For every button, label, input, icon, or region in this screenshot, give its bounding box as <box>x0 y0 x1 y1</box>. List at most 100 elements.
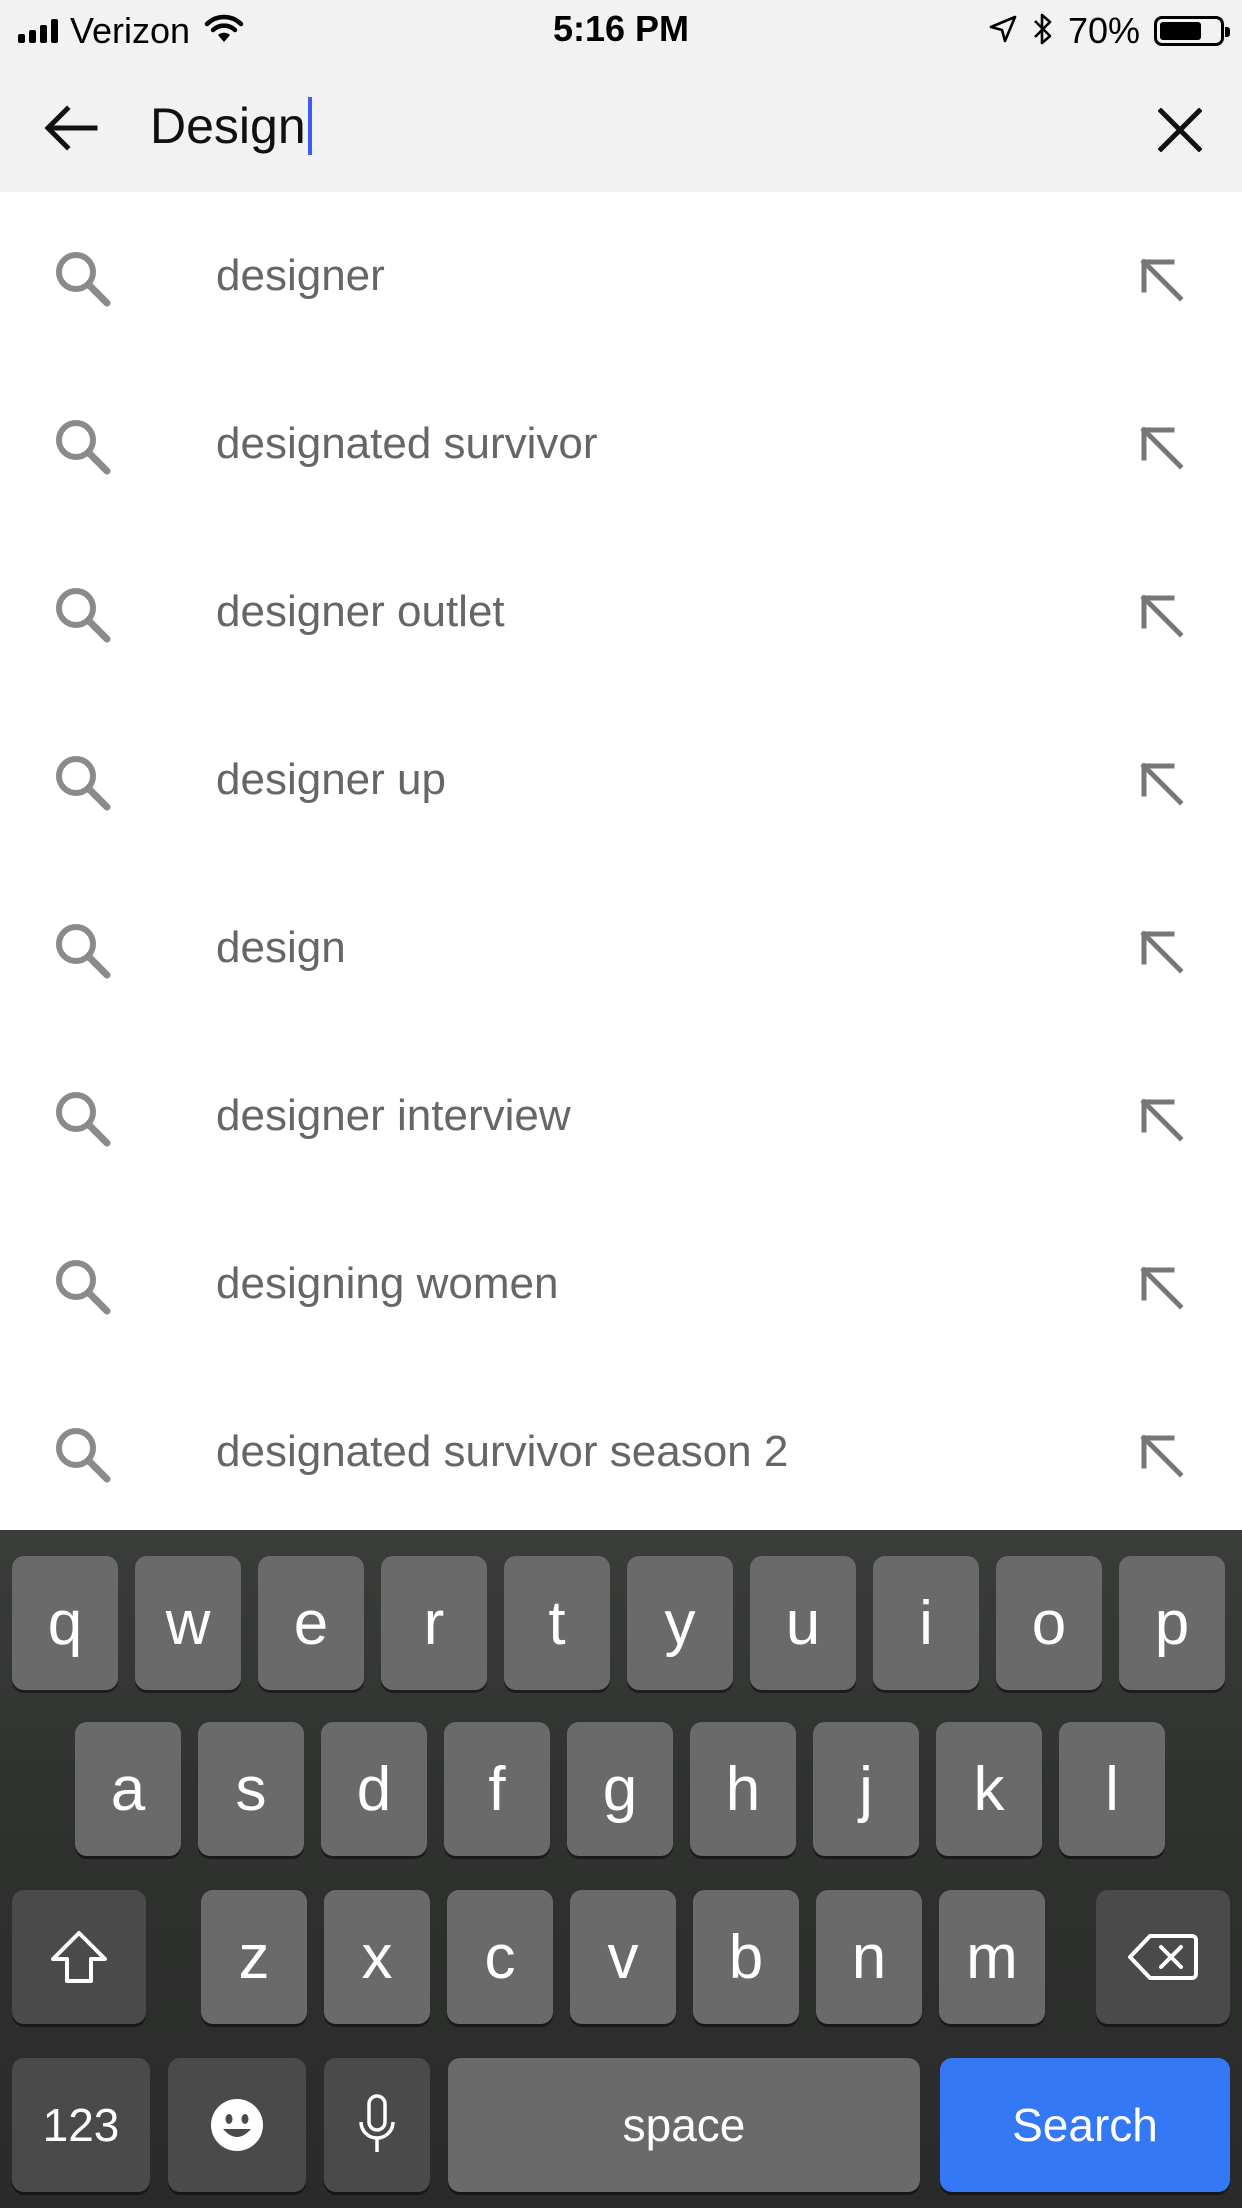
battery-level <box>1160 22 1201 40</box>
dictation-key[interactable] <box>324 2058 430 2192</box>
key-m[interactable]: m <box>939 1890 1045 2024</box>
key-d[interactable]: d <box>321 1722 427 1856</box>
key-v[interactable]: v <box>570 1890 676 2024</box>
search-icon <box>56 1428 111 1483</box>
suggestion-item[interactable]: designated survivor <box>0 360 1242 528</box>
suggestion-item[interactable]: designated survivor season 2 <box>0 1368 1242 1536</box>
arrow-up-left-icon <box>1140 1266 1184 1310</box>
key-w[interactable]: w <box>135 1556 241 1690</box>
suggestion-item[interactable]: designer interview <box>0 1032 1242 1200</box>
suggestion-text: designated survivor <box>216 419 598 468</box>
arrow-up-left-icon <box>1140 762 1184 806</box>
key-j[interactable]: j <box>813 1722 919 1856</box>
search-header: Design <box>0 62 1242 192</box>
suggestion-search-icon <box>52 920 112 980</box>
arrow-up-left-icon <box>1140 1098 1184 1142</box>
numbers-key[interactable]: 123 <box>12 2058 150 2192</box>
suggestion-search-icon <box>52 1424 112 1484</box>
text-caret <box>307 97 312 155</box>
fill-query-button[interactable] <box>1132 754 1192 814</box>
key-k[interactable]: k <box>936 1722 1042 1856</box>
key-l[interactable]: l <box>1059 1722 1165 1856</box>
arrow-up-left-icon <box>1140 258 1184 302</box>
emoji-icon <box>211 2099 263 2151</box>
search-icon <box>56 252 111 307</box>
key-u[interactable]: u <box>750 1556 856 1690</box>
suggestion-search-icon <box>52 1088 112 1148</box>
key-t[interactable]: t <box>504 1556 610 1690</box>
fill-query-button[interactable] <box>1132 922 1192 982</box>
key-h[interactable]: h <box>690 1722 796 1856</box>
status-right: 70% <box>988 10 1230 52</box>
suggestion-search-icon <box>52 1256 112 1316</box>
search-icon <box>56 924 111 979</box>
key-y[interactable]: y <box>627 1556 733 1690</box>
suggestion-text: designer interview <box>216 1091 571 1140</box>
arrow-up-left-icon <box>1140 426 1184 470</box>
fill-query-button[interactable] <box>1132 586 1192 646</box>
suggestion-search-icon <box>52 584 112 644</box>
battery-percent: 70% <box>1067 10 1140 51</box>
key-g[interactable]: g <box>567 1722 673 1856</box>
key-f[interactable]: f <box>444 1722 550 1856</box>
search-icon <box>56 588 111 643</box>
suggestion-text: designer <box>216 251 385 300</box>
fill-query-button[interactable] <box>1132 1090 1192 1150</box>
search-icon <box>56 756 111 811</box>
status-bar: Verizon 5:16 PM 70% <box>0 0 1242 62</box>
search-icon <box>56 1092 111 1147</box>
emoji-key[interactable] <box>168 2058 306 2192</box>
key-x[interactable]: x <box>324 1890 430 2024</box>
search-icon <box>56 1260 111 1315</box>
location-icon <box>988 14 1018 49</box>
battery-icon <box>1154 16 1230 46</box>
key-i[interactable]: i <box>873 1556 979 1690</box>
key-q[interactable]: q <box>12 1556 118 1690</box>
microphone-icon <box>359 2094 395 2152</box>
shift-key[interactable] <box>12 1890 146 2024</box>
suggestion-item[interactable]: designing women <box>0 1200 1242 1368</box>
search-input[interactable]: Design <box>150 94 312 158</box>
fill-query-button[interactable] <box>1132 1258 1192 1318</box>
key-a[interactable]: a <box>75 1722 181 1856</box>
key-z[interactable]: z <box>201 1890 307 2024</box>
key-o[interactable]: o <box>996 1556 1102 1690</box>
key-s[interactable]: s <box>198 1722 304 1856</box>
suggestion-text: designing women <box>216 1259 559 1308</box>
clear-search-button[interactable] <box>1148 98 1212 162</box>
key-r[interactable]: r <box>381 1556 487 1690</box>
arrow-up-left-icon <box>1140 1434 1184 1478</box>
delete-key[interactable] <box>1096 1890 1230 2024</box>
suggestion-search-icon <box>52 248 112 308</box>
suggestion-text: designer up <box>216 755 446 804</box>
close-icon <box>1158 108 1202 152</box>
suggestion-search-icon <box>52 416 112 476</box>
search-key[interactable]: Search <box>940 2058 1230 2192</box>
suggestion-text: designated survivor season 2 <box>216 1427 789 1476</box>
suggestion-list: designer designated survivor designer outl… <box>0 192 1242 1536</box>
suggestion-search-icon <box>52 752 112 812</box>
backspace-icon <box>1128 1934 1198 1980</box>
key-n[interactable]: n <box>816 1890 922 2024</box>
keyboard: 123 space Search qwertyuiop asdfghjkl zxcv… <box>0 1530 1242 2208</box>
arrow-up-left-icon <box>1140 594 1184 638</box>
fill-query-button[interactable] <box>1132 250 1192 310</box>
key-b[interactable]: b <box>693 1890 799 2024</box>
suggestion-item[interactable]: designer outlet <box>0 528 1242 696</box>
suggestion-text: designer outlet <box>216 587 505 636</box>
suggestion-text: design <box>216 923 346 972</box>
key-e[interactable]: e <box>258 1556 364 1690</box>
arrow-up-left-icon <box>1140 930 1184 974</box>
bluetooth-icon <box>1032 12 1054 51</box>
arrow-left-icon <box>44 105 98 151</box>
key-p[interactable]: p <box>1119 1556 1225 1690</box>
fill-query-button[interactable] <box>1132 1426 1192 1486</box>
key-c[interactable]: c <box>447 1890 553 2024</box>
back-button[interactable] <box>38 98 104 158</box>
shift-icon <box>51 1931 107 1983</box>
suggestion-item[interactable]: designer up <box>0 696 1242 864</box>
fill-query-button[interactable] <box>1132 418 1192 478</box>
suggestion-item[interactable]: design <box>0 864 1242 1032</box>
space-key[interactable]: space <box>448 2058 920 2192</box>
suggestion-item[interactable]: designer <box>0 192 1242 360</box>
